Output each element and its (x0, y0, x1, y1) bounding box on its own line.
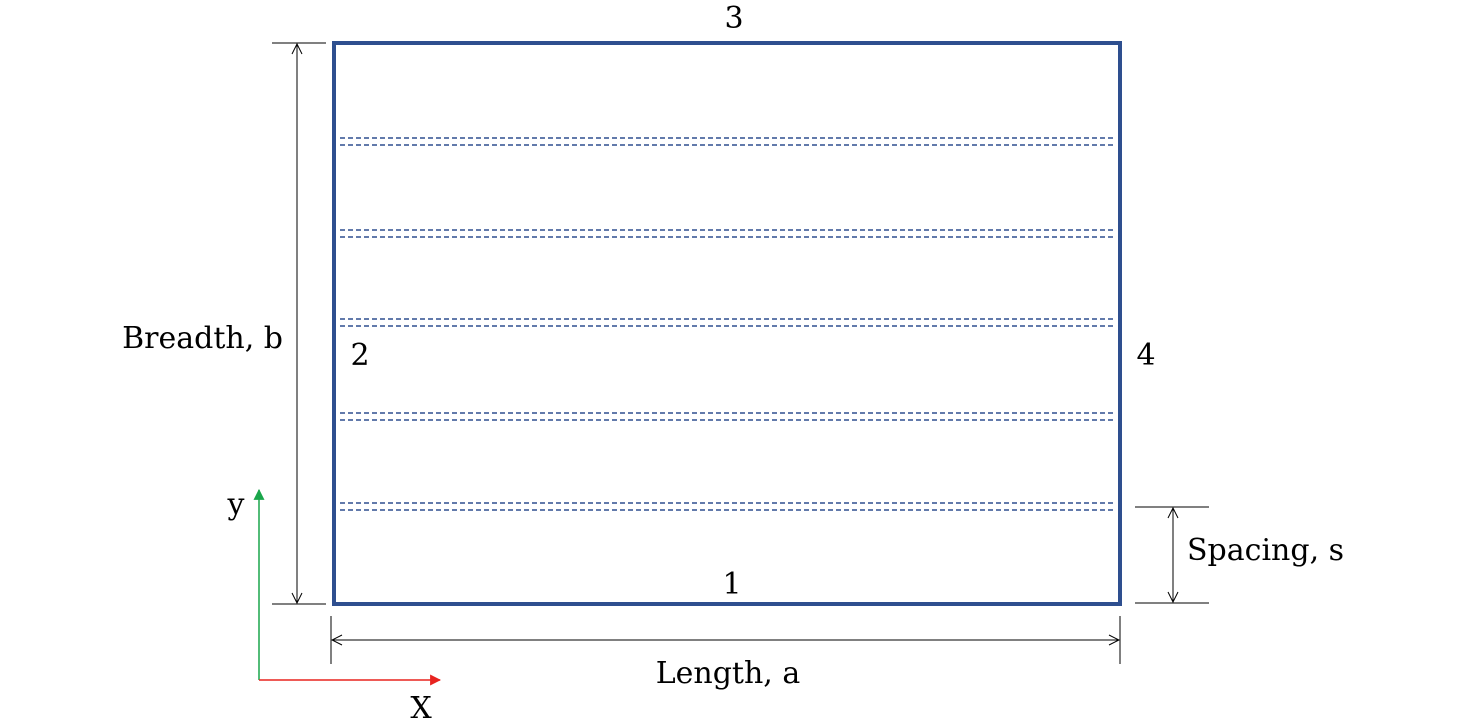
spacing-label: Spacing, s (1187, 533, 1344, 568)
stiffener (340, 412, 1116, 421)
stiffener (340, 137, 1116, 146)
plate-outline (332, 41, 1122, 606)
stiffener (340, 502, 1116, 511)
edge-label-top: 3 (724, 1, 743, 36)
coordinate-axes (253, 488, 442, 686)
y-axis-label: y (227, 487, 245, 522)
edge-label-bottom: 1 (722, 567, 741, 602)
edge-label-right: 4 (1136, 338, 1155, 373)
stiffener (340, 318, 1116, 327)
length-label: Length, a (656, 656, 801, 691)
stiffener-group (340, 137, 1116, 511)
breadth-label: Breadth, b (122, 321, 283, 356)
stiffener (340, 229, 1116, 238)
plate-diagram: 3 2 4 1 Breadth, b Length, a Spacing, s … (122, 1, 1344, 726)
x-axis-label: X (410, 691, 432, 726)
edge-label-left: 2 (350, 338, 369, 373)
